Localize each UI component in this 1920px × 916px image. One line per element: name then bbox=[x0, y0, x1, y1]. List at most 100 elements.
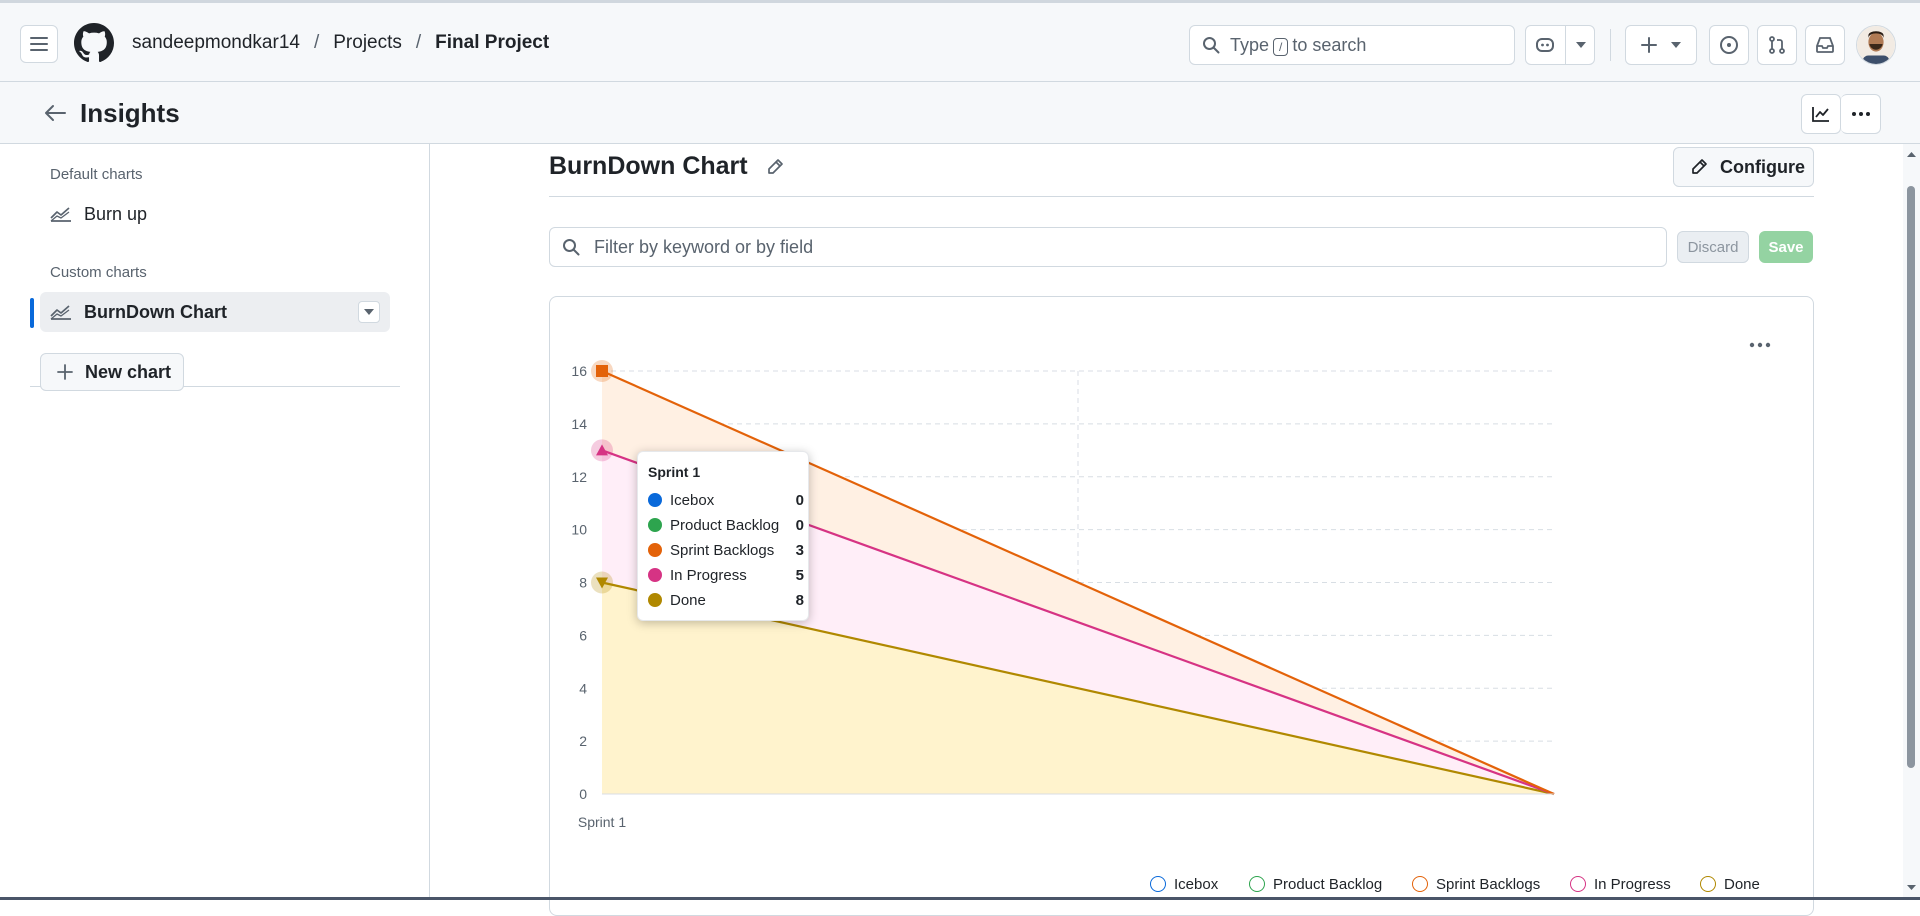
tooltip-row: In Progress 5 bbox=[648, 565, 804, 585]
insights-header: Insights bbox=[0, 82, 1920, 144]
legend-item-in-progress[interactable]: In Progress bbox=[1570, 874, 1671, 894]
global-search-input[interactable]: Type / to search bbox=[1189, 25, 1515, 65]
x-tick-label: Sprint 1 bbox=[578, 814, 626, 830]
copilot-button[interactable] bbox=[1525, 25, 1595, 65]
sidebar-item-label: BurnDown Chart bbox=[84, 301, 227, 322]
kebab-horizontal-icon bbox=[1851, 112, 1870, 116]
breadcrumb-owner[interactable]: sandeepmondkar14 bbox=[132, 32, 300, 54]
breadcrumb: sandeepmondkar14 / Projects / Final Proj… bbox=[132, 32, 549, 54]
search-icon bbox=[563, 239, 580, 256]
tooltip-row-label: Icebox bbox=[670, 491, 715, 509]
tooltip-row-label: Done bbox=[670, 591, 706, 609]
legend-marker bbox=[1412, 876, 1428, 892]
y-tick-label: 4 bbox=[579, 680, 587, 696]
discard-button[interactable]: Discard bbox=[1677, 231, 1749, 263]
data-point-sprint-backlogs bbox=[596, 365, 608, 377]
page-title: Insights bbox=[80, 98, 180, 128]
back-button[interactable] bbox=[40, 98, 70, 128]
plus-icon bbox=[57, 364, 73, 380]
legend-item-done[interactable]: Done bbox=[1700, 874, 1760, 894]
tooltip-row-value: 5 bbox=[795, 566, 804, 584]
configure-label: Configure bbox=[1720, 156, 1805, 177]
default-charts-heading: Default charts bbox=[50, 166, 143, 183]
search-hint: Type / to search bbox=[1230, 35, 1366, 56]
user-avatar[interactable] bbox=[1856, 25, 1896, 65]
scrollbar-thumb[interactable] bbox=[1907, 186, 1915, 768]
save-button[interactable]: Save bbox=[1759, 231, 1813, 263]
global-header: sandeepmondkar14 / Projects / Final Proj… bbox=[0, 0, 1920, 82]
pull-requests-button[interactable] bbox=[1757, 25, 1797, 65]
search-shortcut-key: / bbox=[1273, 37, 1289, 56]
git-pull-request-icon bbox=[1769, 36, 1785, 54]
chevron-down-icon bbox=[364, 309, 374, 315]
legend-label: Icebox bbox=[1174, 875, 1219, 893]
chevron-down-icon bbox=[1575, 42, 1586, 48]
tooltip-row-value: 3 bbox=[795, 541, 804, 559]
plus-icon bbox=[1641, 37, 1657, 53]
breadcrumb-projects[interactable]: Projects bbox=[333, 32, 402, 54]
legend-item-product-backlog[interactable]: Product Backlog bbox=[1249, 874, 1382, 894]
legend-item-sprint-backlogs[interactable]: Sprint Backlogs bbox=[1412, 874, 1540, 894]
create-new-button[interactable] bbox=[1625, 25, 1697, 65]
y-tick-label: 2 bbox=[579, 733, 587, 749]
hamburger-icon bbox=[30, 37, 48, 51]
scroll-up-icon[interactable] bbox=[1903, 148, 1920, 160]
legend-label: Done bbox=[1724, 875, 1760, 893]
legend-marker bbox=[1249, 876, 1265, 892]
y-tick-label: 10 bbox=[571, 522, 587, 538]
inbox-button[interactable] bbox=[1805, 25, 1845, 65]
series-dot bbox=[648, 518, 662, 532]
series-dot bbox=[648, 543, 662, 557]
tooltip-row: Sprint Backlogs 3 bbox=[648, 540, 804, 560]
tooltip-row: Icebox 0 bbox=[648, 490, 804, 510]
chart-title: BurnDown Chart bbox=[549, 152, 784, 181]
filter-input[interactable]: Filter by keyword or by field bbox=[549, 227, 1667, 267]
arrow-left-icon bbox=[45, 105, 66, 121]
menu-button[interactable] bbox=[20, 25, 58, 63]
breadcrumb-separator: / bbox=[415, 32, 422, 53]
divider bbox=[1564, 26, 1566, 64]
filter-placeholder: Filter by keyword or by field bbox=[594, 236, 814, 257]
issues-button[interactable] bbox=[1709, 25, 1749, 65]
new-chart-button[interactable]: New chart bbox=[40, 353, 184, 391]
custom-charts-heading: Custom charts bbox=[50, 264, 147, 281]
tooltip-row: Product Backlog 0 bbox=[648, 515, 804, 535]
chart-main: BurnDown Chart Configure Filter by keywo… bbox=[430, 144, 1900, 916]
chart-options-dropdown[interactable] bbox=[358, 301, 380, 323]
more-options-button[interactable] bbox=[1841, 94, 1881, 134]
tooltip-row: Done 8 bbox=[648, 590, 804, 610]
tooltip-row-label: Product Backlog bbox=[670, 516, 780, 534]
series-dot bbox=[648, 593, 662, 607]
series-dot bbox=[648, 493, 662, 507]
divider bbox=[549, 196, 1814, 197]
active-indicator bbox=[30, 298, 34, 328]
chevron-down-icon bbox=[1671, 42, 1681, 48]
tooltip-title: Sprint 1 bbox=[648, 464, 701, 480]
series-dot bbox=[648, 568, 662, 582]
legend-marker bbox=[1570, 876, 1586, 892]
legend-item-icebox[interactable]: Icebox bbox=[1150, 874, 1218, 894]
tooltip-row-value: 0 bbox=[795, 491, 804, 509]
configure-button[interactable]: Configure bbox=[1673, 147, 1814, 187]
scroll-down-icon[interactable] bbox=[1903, 882, 1920, 894]
y-tick-label: 16 bbox=[571, 363, 587, 379]
inbox-icon bbox=[1816, 37, 1834, 53]
legend-label: Product Backlog bbox=[1273, 875, 1383, 893]
charts-sidebar: Default charts Burn up Custom charts Bur… bbox=[0, 144, 430, 900]
pencil-icon[interactable] bbox=[766, 158, 784, 176]
graph-icon bbox=[50, 305, 71, 320]
legend-label: In Progress bbox=[1594, 875, 1671, 893]
tooltip-row-label: In Progress bbox=[670, 566, 747, 584]
legend-marker bbox=[1700, 876, 1716, 892]
avatar-icon bbox=[1857, 26, 1895, 64]
issue-opened-icon bbox=[1720, 36, 1738, 54]
insights-chart-button[interactable] bbox=[1801, 94, 1841, 134]
sidebar-item-burndown-chart[interactable]: BurnDown Chart bbox=[40, 292, 390, 332]
github-logo-icon[interactable] bbox=[74, 23, 114, 63]
sidebar-item-burn-up[interactable]: Burn up bbox=[40, 194, 390, 234]
search-icon bbox=[1203, 37, 1220, 54]
breadcrumb-project[interactable]: Final Project bbox=[435, 32, 549, 54]
y-tick-label: 0 bbox=[579, 786, 587, 802]
copilot-icon bbox=[1535, 38, 1554, 52]
search-hint-pre: Type bbox=[1230, 34, 1270, 55]
